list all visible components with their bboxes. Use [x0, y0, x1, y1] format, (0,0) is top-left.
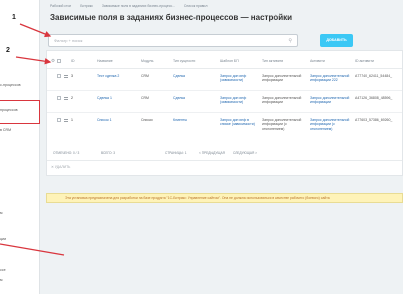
column-header-id[interactable]: ID: [71, 59, 75, 63]
prev-page-link[interactable]: < ПРЕДЫДУЩАЯ: [199, 151, 225, 155]
row-menu-icon[interactable]: [64, 74, 68, 78]
gear-icon[interactable]: ⚙: [51, 58, 55, 64]
left-sidebar: с-процессов процессов в CRM м ции ссе м: [0, 0, 40, 294]
cell-entity-link[interactable]: Сделка: [173, 96, 185, 100]
cell-entity-link[interactable]: Сделка: [173, 74, 185, 78]
cell-template-link[interactable]: Запрос доп инф в списке (зависимости): [220, 118, 260, 127]
cell-name-link[interactable]: Список 1: [97, 118, 137, 122]
pages-label: СТРАНИЦЫ: 1: [165, 151, 187, 155]
breadcrumb-item[interactable]: Зависимые поля в заданиях бизнес-процесс…: [102, 4, 175, 8]
row-menu-icon[interactable]: [64, 118, 68, 122]
star-icon[interactable]: ☆: [272, 13, 279, 22]
sidebar-item[interactable]: с-процессов: [0, 83, 21, 87]
add-button[interactable]: ДОБАВИТЬ: [320, 34, 353, 47]
delete-label: УДАЛИТЬ: [54, 165, 71, 169]
cell-template-link[interactable]: Запрос доп инф (зависимости): [220, 96, 260, 105]
cell-module: CRM: [141, 96, 149, 100]
page-title: Зависимые поля в заданиях бизнес-процесс…: [50, 13, 293, 22]
cell-activity-type: Запрос дополнительной информации (с откл…: [262, 118, 302, 131]
breadcrumb: Рабочий стол Битрикс Зависимые поля в за…: [50, 4, 215, 8]
cell-activity-type: Запрос дополнительной информации: [262, 74, 302, 83]
row-checkbox[interactable]: [57, 96, 61, 100]
annotation-number-2: 2: [6, 47, 10, 54]
column-header-name[interactable]: Название: [97, 59, 113, 63]
row-menu-icon[interactable]: [64, 96, 68, 100]
cell-module: CRM: [141, 74, 149, 78]
filter-placeholder: Фильтр + поиск: [54, 38, 83, 43]
sidebar-item[interactable]: м: [0, 278, 2, 282]
cell-activity-id: A77603_57386_69260_: [355, 118, 393, 122]
main-content: Рабочий стол Битрикс Зависимые поля в за…: [40, 0, 403, 294]
cell-entity-link[interactable]: Клиенты: [173, 118, 187, 122]
breadcrumb-item[interactable]: Список правил: [184, 4, 208, 8]
filter-search-input[interactable]: Фильтр + поиск ⚲: [48, 34, 298, 47]
row-divider: [47, 90, 402, 91]
header-divider: [47, 68, 402, 69]
column-header-activity-id[interactable]: ID активити: [355, 59, 374, 63]
cell-id: 1: [71, 118, 73, 122]
cell-activity-link[interactable]: Запрос дополнительной информации: [310, 96, 354, 105]
rules-grid: ⚙ ID Название Модуль Тип сущности Шаблон…: [46, 50, 403, 176]
row-divider: [47, 112, 402, 113]
sidebar-highlight-marker: [0, 100, 40, 124]
annotation-number-1: 1: [12, 14, 16, 21]
cell-activity-link[interactable]: Запрос дополнительной информации 222: [310, 74, 354, 83]
column-header-entity[interactable]: Тип сущности: [173, 59, 195, 63]
cell-name-link[interactable]: Тест сделка 2: [97, 74, 137, 78]
row-checkbox[interactable]: [57, 118, 61, 122]
selected-count: ОТМЕЧЕНО: 0 / 3: [53, 151, 80, 155]
search-icon[interactable]: ⚲: [288, 38, 292, 44]
cell-id: 2: [71, 96, 73, 100]
column-header-module[interactable]: Модуль: [141, 59, 153, 63]
row-checkbox[interactable]: [57, 74, 61, 78]
cell-name-link[interactable]: Сделка 1: [97, 96, 137, 100]
cell-activity-type: Запрос дополнительной информации: [262, 96, 302, 105]
sidebar-item[interactable]: м: [0, 211, 2, 215]
sidebar-item[interactable]: ссе: [0, 268, 6, 272]
cell-template-link[interactable]: Запрос доп инф (зависимости): [220, 74, 260, 83]
sidebar-item[interactable]: ции: [0, 237, 6, 241]
cell-id: 3: [71, 74, 73, 78]
action-bar-divider: [47, 160, 402, 161]
column-header-activity-type[interactable]: Тип активити: [262, 59, 283, 63]
next-page-link[interactable]: СЛЕДУЮЩАЯ >: [233, 151, 257, 155]
cell-activity-id: A47126_36808_48596_: [355, 96, 393, 100]
breadcrumb-item[interactable]: Рабочий стол: [50, 4, 71, 8]
cell-activity-id: A77740_62411_54484_: [355, 74, 393, 78]
total-count: ВСЕГО: 3: [101, 151, 116, 155]
dev-notice-banner: Эта установка предназначена для разработ…: [46, 193, 403, 203]
cell-activity-link[interactable]: Запрос дополнительной информации (с откл…: [310, 118, 354, 131]
select-all-checkbox[interactable]: [57, 59, 61, 63]
column-header-template[interactable]: Шаблон БП: [220, 59, 239, 63]
sidebar-item[interactable]: в CRM: [0, 128, 11, 132]
column-header-activity[interactable]: Активити: [310, 59, 325, 63]
breadcrumb-item[interactable]: Битрикс: [80, 4, 93, 8]
cell-module: Списки: [141, 118, 153, 122]
delete-button[interactable]: ✕ УДАЛИТЬ: [51, 165, 70, 169]
grid-footer: ОТМЕЧЕНО: 0 / 3 ВСЕГО: 3 СТРАНИЦЫ: 1 < П…: [47, 147, 402, 157]
